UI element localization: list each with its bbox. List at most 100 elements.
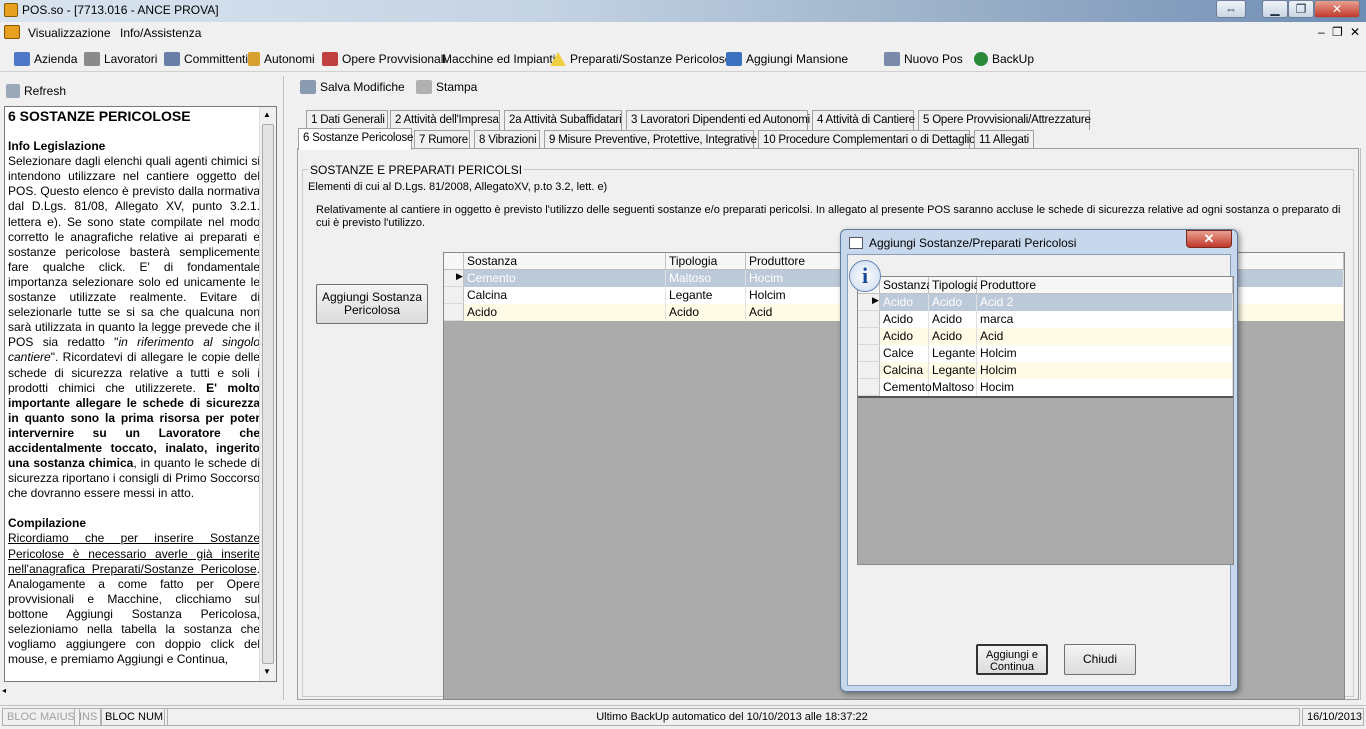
dialog-table-row[interactable]: Calce Legante Holcim [858, 345, 1233, 362]
tab-opere-provvisionali[interactable]: 5 Opere Provvisionali/Attrezzature [918, 110, 1091, 130]
tab-dati-generali[interactable]: 1 Dati Generali [306, 110, 388, 130]
minimize-icon[interactable]: ▁ [1262, 0, 1288, 18]
status-date: 16/10/2013 [1302, 708, 1364, 726]
row-selector[interactable] [858, 328, 880, 345]
row-selector[interactable] [858, 362, 880, 379]
toolbar-aggiungi-mansione[interactable]: Aggiungi Mansione [726, 52, 848, 66]
dialog-close-icon[interactable]: ✕ [1186, 230, 1232, 248]
close-window-icon[interactable]: ✕ [1314, 0, 1360, 18]
refresh-icon [6, 84, 20, 98]
tab-procedure-complementari[interactable]: 10 Procedure Complementari o di Dettagli… [758, 130, 976, 150]
mdi-restore-icon[interactable]: ❐ [1332, 25, 1343, 39]
menu-bar: Visualizzazione Info/Assistenza – ❐ ✕ [0, 22, 1366, 44]
menu-info-assistenza[interactable]: Info/Assistenza [120, 26, 201, 40]
cell-sostanza: Calce [880, 345, 929, 362]
help-heading-compilazione: Compilazione [8, 516, 87, 531]
toolbar-azienda[interactable]: Azienda [14, 52, 77, 66]
info-icon: i [849, 260, 881, 292]
column-header-tipologia[interactable]: Tipologia [666, 253, 746, 270]
printer-icon [416, 80, 432, 94]
row-header-corner [444, 253, 464, 270]
dialog-title: Aggiungi Sostanze/Preparati Pericolosi [869, 236, 1077, 250]
toolbar-committenti-label: Committenti [184, 52, 249, 66]
dialog-table-row[interactable]: Acido Acido Acid [858, 328, 1233, 345]
row-selector[interactable] [858, 345, 880, 362]
cell-tipologia: Acido [929, 294, 977, 311]
column-header-sostanza[interactable]: Sostanza [464, 253, 666, 270]
new-pos-icon [884, 52, 900, 66]
help-paragraph-compilazione: Ricordiamo che per inserire Sostanze Per… [8, 531, 260, 667]
toolbar-nuovo-pos[interactable]: Nuovo Pos [884, 52, 963, 66]
toolbar-opere-provvisionali[interactable]: Opere Provvisionali [322, 52, 446, 66]
status-backup-message: Ultimo BackUp automatico del 10/10/2013 … [164, 708, 1300, 726]
section-legend: SOSTANZE E PREPARATI PERICOLSI [308, 163, 525, 177]
toolbar-macchine-label: Macchine ed Impianti [442, 52, 556, 66]
cell-produttore: Acid 2 [977, 294, 1233, 311]
refresh-button[interactable]: Refresh [6, 84, 66, 98]
help-textbox[interactable]: 6 SOSTANZE PERICOLOSE Info Legislazione … [4, 106, 277, 682]
cell-tipologia: Maltoso [929, 379, 977, 396]
toolbar-lavoratori[interactable]: Lavoratori [84, 52, 157, 66]
cell-tipologia: Acido [666, 304, 746, 321]
cell-sostanza: Acido [880, 294, 929, 311]
restore-arrows-icon[interactable]: ⇔ [1216, 0, 1246, 18]
dialog-table-row[interactable]: Calcina Legante Holcim [858, 362, 1233, 379]
dialog-column-sostanza[interactable]: Sostanza [880, 277, 933, 294]
splitter[interactable] [283, 76, 287, 700]
tab-vibrazioni[interactable]: 8 Vibrazioni [474, 130, 540, 150]
dialog-table-row[interactable]: Acido Acido marca [858, 311, 1233, 328]
mdi-close-icon[interactable]: ✕ [1350, 25, 1360, 39]
scroll-left-icon[interactable]: ◂ [2, 686, 6, 695]
status-num-lock: BLOC NUM [100, 708, 169, 726]
save-label: Salva Modifiche [320, 80, 405, 94]
print-button[interactable]: Stampa [416, 80, 477, 94]
status-bar: BLOC MAIUS INS BLOC NUM Ultimo BackUp au… [0, 705, 1366, 729]
cell-tipologia: Legante [929, 345, 977, 362]
app-menu-icon[interactable] [4, 25, 20, 39]
row-selector[interactable] [858, 379, 880, 396]
dialog-table-row[interactable]: Cemento Maltoso Hocim [858, 379, 1233, 396]
content-scrollbar[interactable] [1360, 148, 1366, 700]
help-paragraph-info: Selezionare dagli elenchi quali agenti c… [8, 154, 260, 501]
row-selector[interactable]: ▶ [858, 294, 880, 311]
tab-attivita-subaffidatari[interactable]: 2a Attività Subaffidatari [504, 110, 622, 130]
close-dialog-button[interactable]: Chiudi [1064, 644, 1136, 675]
tab-rumore[interactable]: 7 Rumore [414, 130, 470, 150]
scroll-up-icon[interactable]: ▲ [263, 110, 271, 119]
add-substance-button[interactable]: Aggiungi Sostanza Pericolosa [316, 284, 428, 324]
menu-visualizzazione[interactable]: Visualizzazione [28, 26, 111, 40]
tab-lavoratori-dipendenti[interactable]: 3 Lavoratori Dipendenti ed Autonomi [626, 110, 810, 130]
row-selector[interactable] [444, 287, 464, 304]
dialog-column-produttore[interactable]: Produttore [977, 277, 1233, 294]
toolbar-lavoratori-label: Lavoratori [104, 52, 158, 66]
toolbar-azienda-label: Azienda [34, 52, 78, 66]
backup-icon [974, 52, 988, 66]
row-selector[interactable]: ▶ [444, 270, 464, 287]
row-pointer-icon: ▶ [872, 295, 879, 305]
tab-misure-preventive[interactable]: 9 Misure Preventive, Protettive, Integra… [544, 130, 757, 150]
tab-sostanze-pericolose[interactable]: 6 Sostanze Pericolose [298, 128, 413, 150]
maximize-icon[interactable]: ❐ [1288, 0, 1314, 18]
scrollbar-thumb[interactable] [262, 124, 274, 664]
tab-attivita-impresa[interactable]: 2 Attività dell'Impresa [390, 110, 500, 130]
toolbar-sostanze[interactable]: Preparati/Sostanze Pericolose [550, 52, 731, 66]
help-scrollbar[interactable]: ▲ ▼ [259, 107, 276, 681]
dialog-column-tipologia[interactable]: Tipologia [929, 277, 980, 294]
add-continue-button[interactable]: Aggiungi e Continua [976, 644, 1048, 675]
toolbar-committenti[interactable]: Committenti [164, 52, 248, 66]
mdi-minimize-icon[interactable]: – [1318, 25, 1325, 39]
worker-icon [248, 52, 260, 66]
scroll-down-icon[interactable]: ▼ [263, 667, 271, 676]
toolbar-autonomi[interactable]: Autonomi [248, 52, 315, 66]
row-selector[interactable] [858, 311, 880, 328]
status-insert: INS [74, 708, 103, 726]
tab-allegati[interactable]: 11 Allegati [974, 130, 1034, 150]
cell-sostanza: Calcina [464, 287, 666, 304]
tab-attivita-cantiere[interactable]: 4 Attività di Cantiere [812, 110, 915, 130]
toolbar-nuovo-pos-label: Nuovo Pos [904, 52, 963, 66]
toolbar-macchine[interactable]: Macchine ed Impianti [442, 52, 555, 66]
toolbar-backup[interactable]: BackUp [974, 52, 1034, 66]
dialog-table-row[interactable]: ▶ Acido Acido Acid 2 [858, 294, 1233, 311]
save-button[interactable]: Salva Modifiche [300, 80, 405, 94]
row-selector[interactable] [444, 304, 464, 321]
